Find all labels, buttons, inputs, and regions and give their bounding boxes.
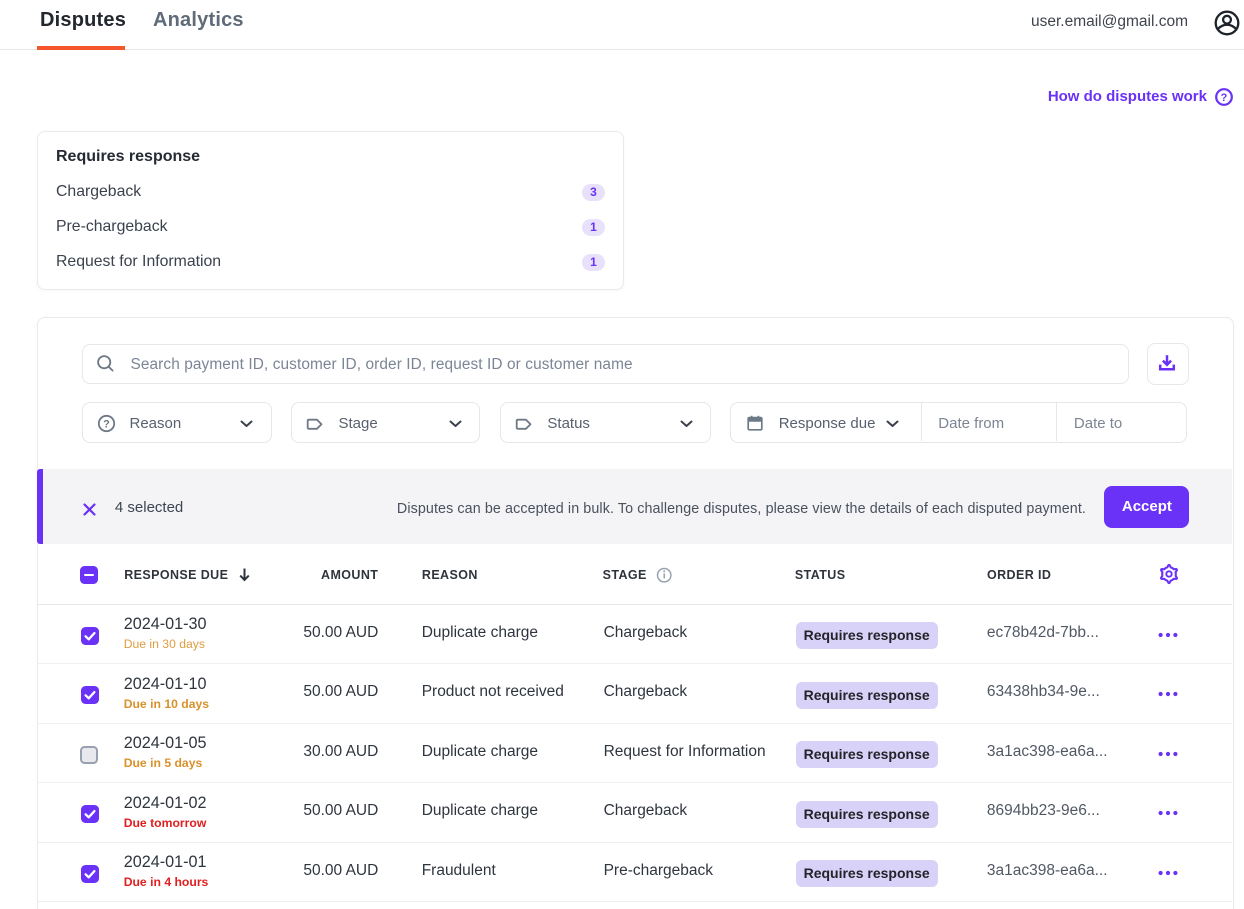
svg-text:?: ?: [103, 419, 110, 431]
svg-text:?: ?: [1220, 91, 1227, 103]
